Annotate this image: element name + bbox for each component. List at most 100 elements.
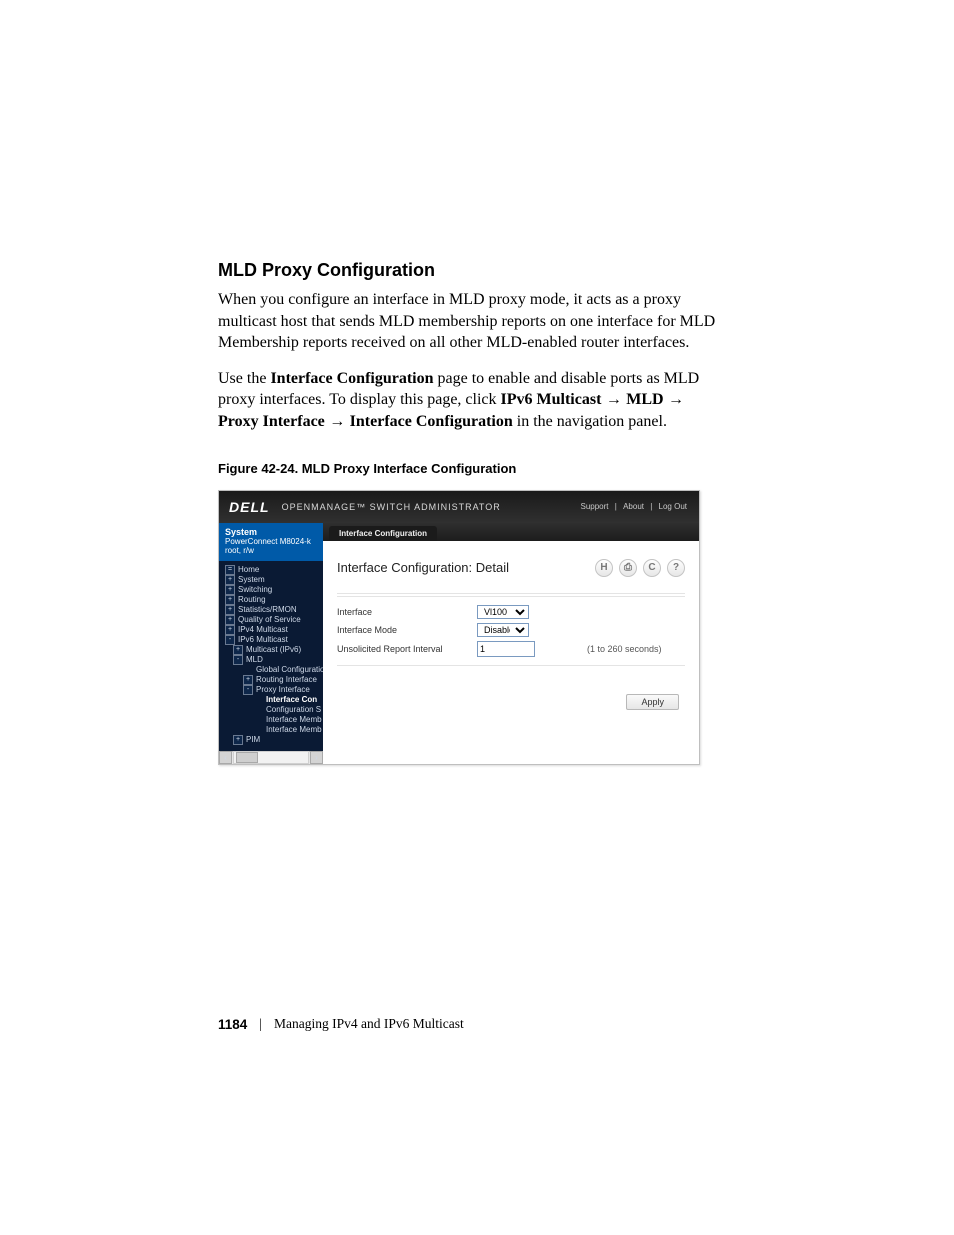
sidebar: System PowerConnect M8024-k root, r/w =H… bbox=[219, 523, 323, 764]
horizontal-scrollbar[interactable]: ‹ › bbox=[219, 751, 323, 764]
p2-c: in the navigation panel. bbox=[513, 413, 667, 430]
divider bbox=[337, 596, 685, 597]
link-support[interactable]: Support bbox=[579, 502, 611, 511]
tree-toggle-icon[interactable]: - bbox=[225, 635, 235, 645]
tree-item[interactable]: Interface Memb bbox=[223, 715, 323, 725]
section-title: MLD Proxy Configuration bbox=[218, 260, 718, 281]
print-icon[interactable]: ⎙ bbox=[619, 559, 637, 577]
tab-interface-configuration[interactable]: Interface Configuration bbox=[329, 526, 437, 541]
select-interface-mode[interactable]: Disable bbox=[477, 623, 529, 637]
divider: | bbox=[613, 502, 619, 511]
link-about[interactable]: About bbox=[621, 502, 646, 511]
bc3: Proxy Interface bbox=[218, 413, 325, 430]
action-icons: H ⎙ C ? bbox=[595, 559, 685, 577]
tree-item-label: Statistics/RMON bbox=[238, 605, 297, 615]
panel-title: Interface Configuration: Detail bbox=[337, 560, 509, 575]
help-icon[interactable]: ? bbox=[667, 559, 685, 577]
link-logout[interactable]: Log Out bbox=[657, 502, 689, 511]
dell-logo: DELL bbox=[229, 499, 270, 515]
system-user: root, r/w bbox=[225, 546, 317, 555]
system-device: PowerConnect M8024-k bbox=[225, 537, 317, 546]
arrow-icon: → bbox=[664, 391, 684, 408]
tree-toggle-icon[interactable]: = bbox=[225, 565, 235, 575]
tab-bar: Interface Configuration bbox=[323, 523, 699, 541]
page-footer: 1184 | Managing IPv4 and IPv6 Multicast bbox=[218, 1016, 464, 1032]
tree-item[interactable]: =Home bbox=[223, 565, 323, 575]
arrow-icon: → bbox=[601, 391, 626, 408]
tree-toggle-icon[interactable]: + bbox=[233, 735, 243, 745]
divider bbox=[337, 593, 685, 594]
tree-toggle-icon[interactable]: + bbox=[225, 625, 235, 635]
chapter-title: Managing IPv4 and IPv6 Multicast bbox=[274, 1016, 464, 1032]
tree-item[interactable]: -MLD bbox=[223, 655, 323, 665]
bc4: Interface Configuration bbox=[350, 413, 513, 430]
select-interface[interactable]: Vl100 bbox=[477, 605, 529, 619]
tree-item[interactable]: +Routing Interface bbox=[223, 675, 323, 685]
tree-toggle-icon[interactable]: + bbox=[225, 615, 235, 625]
tree-toggle-icon[interactable]: + bbox=[243, 675, 253, 685]
tree-item[interactable]: +Routing bbox=[223, 595, 323, 605]
tree-item-label: Proxy Interface bbox=[256, 685, 310, 695]
tree-item[interactable]: +System bbox=[223, 575, 323, 585]
tree-item-label: Home bbox=[238, 565, 259, 575]
app-header: DELL OPENMANAGE™ SWITCH ADMINISTRATOR Su… bbox=[219, 491, 699, 523]
apply-button[interactable]: Apply bbox=[626, 694, 679, 710]
tree-item-label: Quality of Service bbox=[238, 615, 301, 625]
page-body: MLD Proxy Configuration When you configu… bbox=[218, 260, 718, 765]
divider bbox=[337, 665, 685, 666]
arrow-icon: → bbox=[325, 413, 350, 430]
tree-item[interactable]: -Proxy Interface bbox=[223, 685, 323, 695]
scroll-right-icon[interactable]: › bbox=[310, 751, 323, 764]
tree-toggle-icon[interactable]: + bbox=[225, 605, 235, 615]
tree-item[interactable]: -IPv6 Multicast bbox=[223, 635, 323, 645]
app-title: OPENMANAGE™ SWITCH ADMINISTRATOR bbox=[282, 502, 501, 512]
label-report-interval: Unsolicited Report Interval bbox=[337, 644, 477, 654]
hint-report-interval: (1 to 260 seconds) bbox=[587, 644, 662, 654]
main-panel: Interface Configuration Interface Config… bbox=[323, 523, 699, 764]
paragraph-2: Use the Interface Configuration page to … bbox=[218, 368, 718, 433]
bc1: IPv6 Multicast bbox=[501, 391, 602, 408]
nav-tree: =Home+System+Switching+Routing+Statistic… bbox=[219, 561, 323, 751]
tree-item[interactable]: Interface Memb bbox=[223, 725, 323, 735]
p2-link: Interface Configuration bbox=[270, 370, 433, 387]
tree-toggle-icon[interactable]: + bbox=[225, 595, 235, 605]
tree-item-label: Routing bbox=[238, 595, 266, 605]
tree-item-label: Multicast (IPv6) bbox=[246, 645, 301, 655]
tree-item-label: MLD bbox=[246, 655, 263, 665]
tree-item[interactable]: Configuration S bbox=[223, 705, 323, 715]
bc2: MLD bbox=[626, 391, 663, 408]
tree-item-label: Configuration S bbox=[266, 705, 321, 715]
row-report-interval: Unsolicited Report Interval (1 to 260 se… bbox=[337, 639, 685, 659]
figure-caption: Figure 42-24. MLD Proxy Interface Config… bbox=[218, 461, 718, 476]
paragraph-1: When you configure an interface in MLD p… bbox=[218, 289, 718, 354]
input-report-interval[interactable] bbox=[477, 641, 535, 657]
refresh-icon[interactable]: C bbox=[643, 559, 661, 577]
tree-item[interactable]: +PIM bbox=[223, 735, 323, 745]
tree-item[interactable]: +Statistics/RMON bbox=[223, 605, 323, 615]
tree-toggle-icon[interactable]: - bbox=[233, 655, 243, 665]
save-icon[interactable]: H bbox=[595, 559, 613, 577]
tree-item[interactable]: +Multicast (IPv6) bbox=[223, 645, 323, 655]
tree-toggle-icon[interactable]: + bbox=[233, 645, 243, 655]
tree-item[interactable]: Interface Con bbox=[223, 695, 323, 705]
tree-item[interactable]: +Switching bbox=[223, 585, 323, 595]
tree-item[interactable]: +Quality of Service bbox=[223, 615, 323, 625]
row-interface: Interface Vl100 bbox=[337, 603, 685, 621]
tree-toggle-icon[interactable]: - bbox=[243, 685, 253, 695]
tree-toggle-icon[interactable]: + bbox=[225, 585, 235, 595]
scroll-track[interactable] bbox=[233, 751, 309, 764]
row-interface-mode: Interface Mode Disable bbox=[337, 621, 685, 639]
page-number: 1184 bbox=[218, 1017, 247, 1032]
tree-item[interactable]: Global Configuratio bbox=[223, 665, 323, 675]
tree-toggle-icon[interactable]: + bbox=[225, 575, 235, 585]
tree-item-label: Interface Memb bbox=[266, 715, 322, 725]
screenshot: DELL OPENMANAGE™ SWITCH ADMINISTRATOR Su… bbox=[218, 490, 700, 765]
scroll-thumb[interactable] bbox=[236, 752, 258, 763]
p2-a: Use the bbox=[218, 370, 270, 387]
tree-item-label: Interface Memb bbox=[266, 725, 322, 735]
tree-item-label: IPv4 Multicast bbox=[238, 625, 288, 635]
scroll-left-icon[interactable]: ‹ bbox=[219, 751, 232, 764]
tree-item[interactable]: +IPv4 Multicast bbox=[223, 625, 323, 635]
header-links: Support | About | Log Out bbox=[579, 502, 690, 511]
label-interface: Interface bbox=[337, 607, 477, 617]
